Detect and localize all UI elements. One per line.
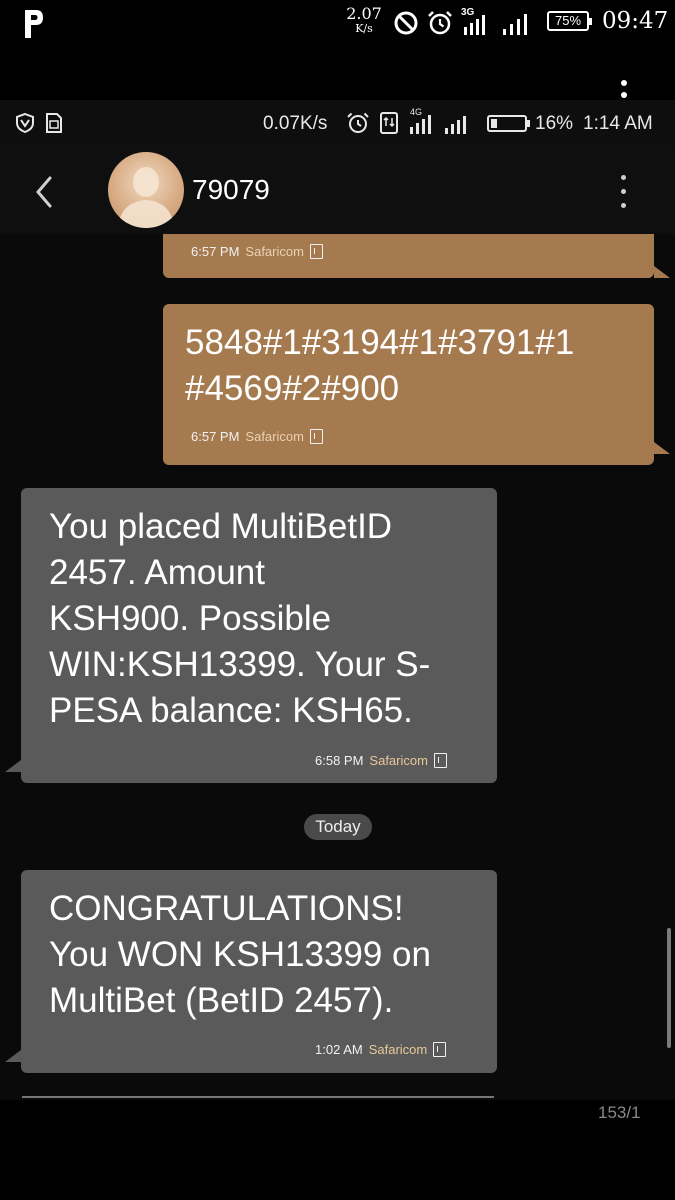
outer-battery-icon: 75% — [547, 11, 592, 31]
contact-avatar[interactable] — [108, 152, 184, 228]
message-carrier: Safaricom — [368, 1042, 428, 1057]
message-time: 1:02 AM — [315, 1042, 363, 1057]
compose-bar — [0, 1100, 675, 1200]
app-logo-icon — [25, 10, 43, 38]
bubble-tail — [654, 266, 670, 278]
message-meta: 6:57 PM Safaricom — [191, 429, 323, 444]
signal-3g-icon: 3G — [461, 7, 493, 37]
battery-tip — [527, 120, 530, 127]
alarm-icon — [347, 112, 369, 133]
signal-icon — [445, 116, 466, 134]
date-divider: Today — [304, 814, 372, 840]
sim-card-icon — [433, 1042, 447, 1057]
message-meta: 6:57 PM Safaricom — [191, 244, 323, 259]
alarm-icon — [428, 11, 452, 35]
message-carrier: Safaricom — [245, 244, 304, 259]
more-options-icon[interactable] — [617, 172, 631, 212]
message-time: 6:57 PM — [191, 244, 240, 259]
message-meta: 1:02 AM Safaricom — [315, 1042, 447, 1057]
inner-network-speed: 0.07K/s — [263, 113, 328, 134]
bubble-tail — [5, 1050, 21, 1062]
inner-status-icons: 4G — [346, 107, 471, 138]
back-arrow-icon[interactable] — [30, 172, 58, 212]
message-bubble-received[interactable]: You placed MultiBetID 2457. Amount KSH90… — [21, 488, 497, 783]
compose-input[interactable] — [22, 1096, 494, 1098]
message-text: CONGRATULATIONS! You WON KSH13399 on Mul… — [49, 889, 431, 1020]
message-bubble-received[interactable]: CONGRATULATIONS! You WON KSH13399 on Mul… — [21, 870, 497, 1073]
data-transfer-icon — [380, 112, 398, 134]
conversation-header — [0, 146, 675, 234]
signal-icon — [503, 14, 527, 35]
scrollbar[interactable] — [667, 928, 671, 1048]
person-silhouette-icon — [118, 167, 174, 228]
battery-percentage: 16% — [535, 113, 574, 134]
outer-network-speed: 2.07 K/s — [346, 4, 382, 35]
message-carrier: Safaricom — [369, 753, 428, 768]
outer-status-icons: 3G — [393, 7, 531, 37]
inner-status-bar — [0, 100, 675, 146]
outer-clock: 09:47 — [602, 8, 669, 34]
signal-4g-icon: 4G — [408, 107, 436, 137]
message-text: You placed MultiBetID 2457. Amount KSH90… — [49, 507, 431, 730]
inner-status-left-icons — [14, 112, 64, 134]
battery-icon — [487, 115, 527, 132]
inner-clock: 1:14 AM — [583, 113, 653, 134]
sim-card-icon — [309, 429, 323, 444]
message-text: 5848#1#3194#1#3791#1 #4569#2#900 — [185, 323, 575, 408]
message-meta: 6:58 PM Safaricom — [315, 753, 447, 768]
message-bubble-sent[interactable]: 6:57 PM Safaricom — [163, 234, 654, 278]
character-counter: 153/1 — [598, 1103, 641, 1122]
bubble-tail — [5, 760, 21, 772]
message-carrier: Safaricom — [245, 429, 304, 444]
bubble-tail — [654, 442, 670, 454]
sim-card-icon — [309, 244, 323, 259]
contact-name[interactable]: 79079 — [192, 174, 270, 206]
do-not-disturb-icon — [394, 11, 418, 35]
message-time: 6:58 PM — [315, 753, 364, 768]
shield-icon — [16, 112, 34, 134]
sim-card-icon — [46, 113, 62, 133]
message-bubble-sent[interactable]: 5848#1#3194#1#3791#1 #4569#2#900 6:57 PM… — [163, 304, 654, 465]
message-time: 6:57 PM — [191, 429, 240, 444]
sim-card-icon — [433, 753, 447, 768]
